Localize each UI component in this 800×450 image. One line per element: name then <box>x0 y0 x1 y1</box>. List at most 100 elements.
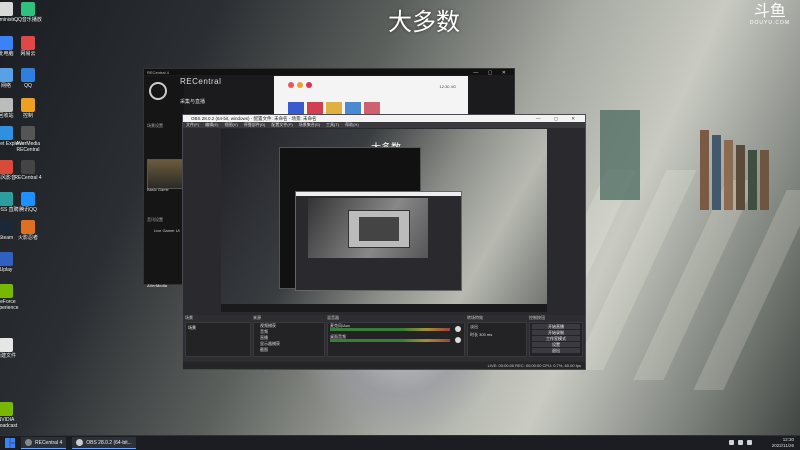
menu-item[interactable]: 帮助(H) <box>345 122 359 128</box>
wallpaper-book <box>736 145 745 210</box>
desktop-icon[interactable]: 控制 <box>8 98 48 119</box>
obs-titlebar[interactable]: OBS 28.0.2 (64-bit, windows) - 配置文件: 未命名… <box>183 115 585 122</box>
control-button[interactable]: 开始录制 <box>532 330 580 335</box>
desktop-icon[interactable]: RECentral 4 <box>8 160 48 181</box>
app-icon <box>21 126 35 140</box>
control-button[interactable]: 工作室模式 <box>532 336 580 341</box>
transition-type[interactable]: 淡出 <box>468 323 526 331</box>
chevron-up-icon[interactable] <box>729 440 734 445</box>
recentral-titlebar[interactable]: RECentral 4 <box>144 69 514 75</box>
menu-item[interactable]: 场景集合(S) <box>299 122 320 128</box>
preview-image: 大多数 <box>221 129 547 312</box>
sources-list[interactable]: 视频捕获 音频 直播 显示器捕获 截图 <box>253 322 325 357</box>
taskbar: RECentral 4 OBS 28.0.2 (64-bit... 12:30 … <box>0 435 800 450</box>
app-tiles <box>288 102 380 114</box>
wallpaper-book <box>760 150 769 210</box>
app-icon <box>0 252 13 266</box>
desktop-icon-label: 腾讯QQ <box>19 207 37 213</box>
control-button[interactable]: 开始直播 <box>532 324 580 329</box>
audio-mixer[interactable]: 麦克风/Aux 桌面音频 <box>327 322 465 357</box>
nested-taskbar <box>221 304 547 312</box>
app-icon <box>21 220 35 234</box>
section-label: 音讯设置 <box>147 217 163 222</box>
desktop-icon[interactable]: AVerMedia RECentral <box>8 126 48 153</box>
app-icon <box>21 192 35 206</box>
recentral-subtitle: 采集与直播 <box>180 99 206 105</box>
source-item[interactable]: Live Gamer Ul <box>154 228 180 233</box>
window-controls[interactable]: — ▢ ✕ <box>473 70 510 76</box>
clock[interactable]: 12:30 2022/11/26 <box>772 437 794 448</box>
desktop-icon-label: 新建文件 <box>0 353 16 359</box>
transition-duration[interactable]: 时长 300 ms <box>468 331 526 339</box>
desktop-icon-label: RECentral 4 <box>14 175 42 181</box>
desktop-icon-label: 网易云 <box>20 51 36 57</box>
app-icon <box>21 36 35 50</box>
wallpaper-book <box>712 135 721 210</box>
menu-item[interactable]: 文件(F) <box>186 122 199 128</box>
mixer-settings-icon[interactable] <box>455 326 461 332</box>
desktop-icon[interactable]: QQ <box>8 68 48 89</box>
menu-item[interactable]: 停靠部件(D) <box>244 122 266 128</box>
app-icon <box>21 68 35 82</box>
taskbar-app-obs[interactable]: OBS 28.0.2 (64-bit... <box>72 437 136 449</box>
network-icon[interactable] <box>738 440 743 445</box>
desktop-icon-label: 火影忍者 <box>17 235 38 241</box>
wallpaper-book <box>700 130 709 210</box>
app-icon <box>0 402 13 416</box>
desktop-icon-label: Uplay <box>0 267 13 273</box>
scene-thumbnail[interactable] <box>147 159 185 189</box>
desktop-icon-label: QQ <box>24 83 32 89</box>
desktop-icon[interactable]: NVIDIA Broadcast <box>0 402 26 429</box>
desktop-icon-label: AVerMedia RECentral <box>15 141 41 153</box>
volume-meter[interactable] <box>330 339 450 342</box>
obs-menubar: 文件(F) 编辑(E) 视图(V) 停靠部件(D) 配置文件(P) 场景集合(S) 工具(T… <box>183 122 585 128</box>
controls-panel: 开始直播 开始录制 工作室模式 设置 退出 <box>529 322 583 357</box>
system-tray[interactable] <box>729 440 752 445</box>
obs-preview-canvas[interactable]: 大多数 <box>221 129 547 312</box>
mixer-settings-icon[interactable] <box>455 337 461 343</box>
control-button[interactable]: 设置 <box>532 342 580 347</box>
desktop-icon[interactable]: 新建文件 <box>0 338 26 359</box>
app-icon <box>21 2 35 16</box>
desktop-icon[interactable]: Uplay <box>0 252 26 273</box>
desktop-icon[interactable]: 火影忍者 <box>8 220 48 241</box>
obs-statusbar: LIVE: 00:00:00 REC: 00:00:00 CPU: 0.7%, … <box>183 362 585 369</box>
phone-status: 12:30 4G <box>439 84 456 89</box>
recentral-app-icon <box>25 439 32 446</box>
volume-meter[interactable] <box>330 328 450 331</box>
control-button[interactable]: 退出 <box>532 348 580 353</box>
desktop-icon[interactable]: 腾讯QQ <box>8 192 48 213</box>
recentral-sidebar: 场景设置 Basic Game 音讯设置 Live Gamer Ul AVerM… <box>144 76 185 288</box>
douyu-logo: 斗鱼 DOUYU.COM <box>749 1 790 27</box>
desktop-icon[interactable]: GeForce Experience <box>0 284 26 311</box>
transitions-panel[interactable]: 淡出 时长 300 ms <box>467 322 527 357</box>
mixer-channel[interactable]: 麦克风/Aux <box>328 323 464 334</box>
desktop-icon[interactable]: QQ音乐播放 <box>8 2 48 23</box>
menu-item[interactable]: 编辑(E) <box>205 122 218 128</box>
desktop-icon-label: 控制 <box>22 113 33 119</box>
app-icons <box>288 82 312 88</box>
windows-start-icon[interactable] <box>5 438 15 448</box>
desktop-icon[interactable]: 网易云 <box>8 36 48 57</box>
controls-dock-header: 控制按钮 <box>529 315 545 320</box>
mixer-channel[interactable]: 桌面音频 <box>328 334 464 345</box>
desktop-icon-label: GeForce Experience <box>0 299 19 311</box>
volume-icon[interactable] <box>747 440 752 445</box>
menu-item[interactable]: 视图(V) <box>224 122 237 128</box>
scene-item[interactable]: 场景 <box>188 325 196 331</box>
menu-item[interactable]: 工具(T) <box>326 122 339 128</box>
menu-item[interactable]: 配置文件(P) <box>271 122 292 128</box>
app-icon <box>0 284 13 298</box>
window-controls[interactable]: — ▢ ✕ <box>536 115 581 122</box>
section-label: 场景设置 <box>147 123 163 128</box>
scenes-dock-header: 场景 <box>185 315 193 320</box>
taskbar-app-recentral[interactable]: RECentral 4 <box>21 437 67 449</box>
scenes-list[interactable]: 场景 <box>185 322 251 357</box>
obs-window[interactable]: OBS 28.0.2 (64-bit, windows) - 配置文件: 未命名… <box>182 114 586 370</box>
source-item[interactable]: 截图 <box>254 347 324 353</box>
desktop-icon-label: QQ音乐播放 <box>14 17 42 23</box>
wallpaper-book <box>748 150 757 210</box>
wallpaper-book <box>724 140 733 210</box>
stream-caption: 大多数 <box>388 8 460 36</box>
sources-dock-header: 来源 <box>253 315 261 320</box>
